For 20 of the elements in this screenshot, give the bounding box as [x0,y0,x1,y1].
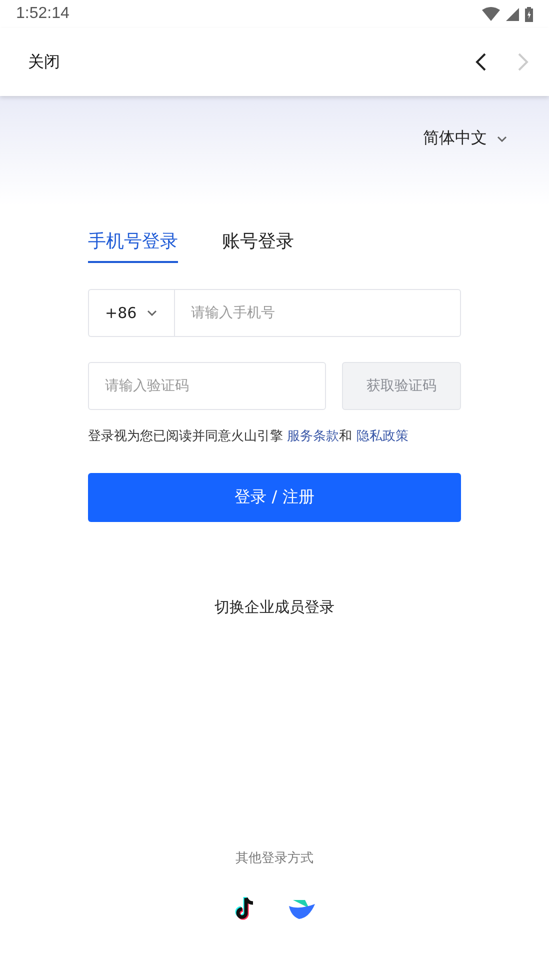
chevron-down-icon[interactable] [497,136,507,142]
code-input[interactable]: 请输入验证码 [89,363,325,409]
folded-shape-icon[interactable] [288,898,314,920]
switch-enterprise-link[interactable]: 切换企业成员登录 [214,598,334,617]
battery-icon [525,6,533,22]
login-button[interactable]: 登录 / 注册 [88,473,461,522]
country-code-selector[interactable]: +86 [105,304,137,322]
phone-input[interactable]: 请输入手机号 [175,290,460,336]
login-tab[interactable]: 手机号登录 [88,229,178,263]
terms-text: 登录视为您已阅读并同意火山引擎 服务条款和 隐私政策 [88,428,410,445]
login-tab[interactable]: 账号登录 [222,229,294,263]
terms-link[interactable]: 服务条款 [287,429,340,444]
other-login-label: 其他登录方式 [236,850,314,867]
privacy-link[interactable]: 隐私政策 [356,429,408,444]
wifi-icon [482,7,500,21]
close-button[interactable]: 关闭 [28,52,60,72]
chevron-down-icon[interactable] [146,310,157,316]
signal-icon [506,8,519,20]
language-selector[interactable]: 简体中文 [423,128,487,149]
status-time: 1:52:14 [16,5,70,23]
